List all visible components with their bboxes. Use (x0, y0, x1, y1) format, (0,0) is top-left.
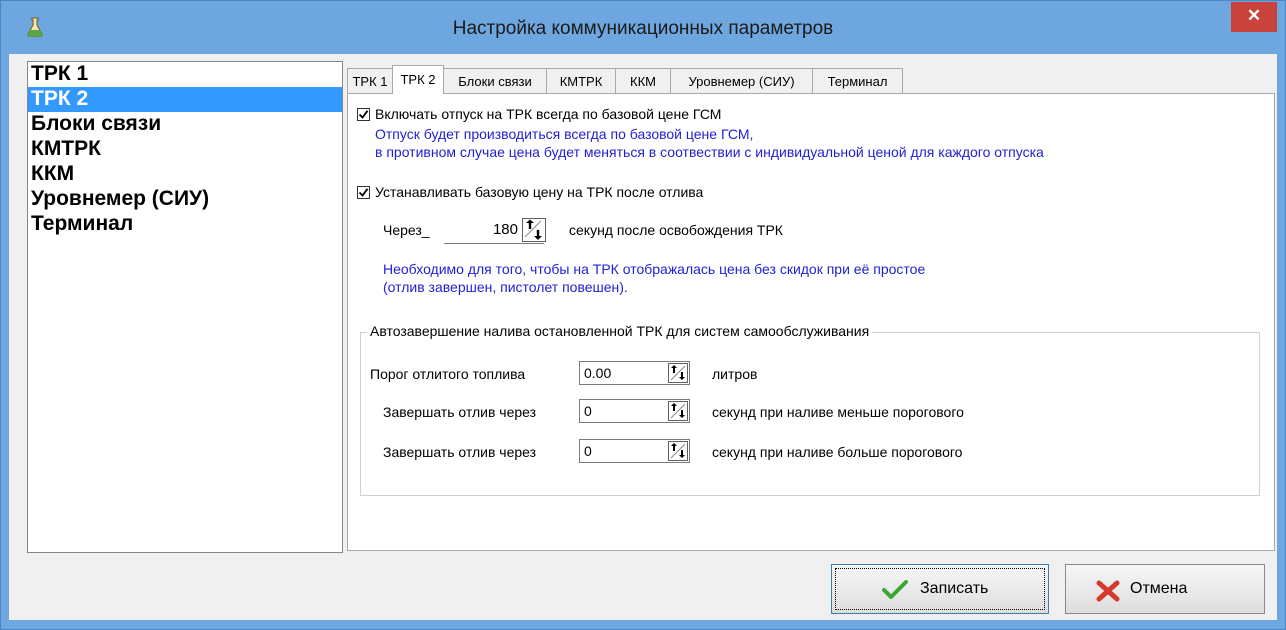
section-item-kmtrk[interactable]: КМТРК (28, 137, 342, 162)
above-threshold-label: Завершать отлив через (383, 444, 537, 460)
cancel-button-label: Отмена (1130, 580, 1188, 597)
below-threshold-label: Завершать отлив через (383, 404, 537, 420)
tab-trk1[interactable]: ТРК 1 (347, 68, 393, 93)
set-base-price-note-line1: Необходимо для того, чтобы на ТРК отобра… (383, 261, 926, 277)
section-item-trk1[interactable]: ТРК 1 (28, 62, 342, 87)
tab-panel-trk2: Включать отпуск на ТРК всегда по базовой… (347, 93, 1275, 551)
dialog-window: Настройка коммуникационных параметров ✕ … (0, 0, 1286, 630)
delay-prefix-label: Через_ (383, 222, 430, 238)
tab-terminal[interactable]: Терминал (812, 68, 903, 93)
above-threshold-suffix: секунд при наливе больше порогового (712, 444, 963, 460)
section-item-kkm[interactable]: ККМ (28, 162, 342, 187)
threshold-unit-label: литров (712, 366, 758, 382)
checkmark-icon (882, 580, 908, 605)
save-button[interactable]: Записать (831, 564, 1049, 614)
base-price-note-line1: Отпуск будет производиться всегда по баз… (375, 126, 754, 142)
spin-arrows-icon[interactable] (668, 401, 688, 421)
spin-arrows-icon[interactable] (522, 218, 546, 242)
tab-strip: ТРК 1 ТРК 2 Блоки связи КМТРК ККМ Уровне… (347, 65, 987, 94)
checkmark-icon (358, 110, 369, 119)
autocomplete-groupbox: Автозавершение налива остановленной ТРК … (360, 323, 1260, 496)
section-item-comm-blocks[interactable]: Блоки связи (28, 112, 342, 137)
base-price-note-line2: в противном случае цена будет меняться в… (375, 144, 1044, 160)
dialog-client-area: ТРК 1 ТРК 2 Блоки связи КМТРК ККМ Уровне… (9, 54, 1277, 620)
close-button[interactable]: ✕ (1231, 2, 1277, 32)
tab-kmtrk[interactable]: КМТРК (546, 68, 616, 93)
set-base-price-note-line2: (отлив завершен, пистолет повешен). (383, 279, 628, 295)
autocomplete-group-legend: Автозавершение налива остановленной ТРК … (367, 323, 873, 339)
tab-kkm[interactable]: ККМ (615, 68, 671, 93)
checkmark-icon (358, 188, 369, 197)
threshold-label: Порог отлитого топлива (370, 366, 526, 382)
below-threshold-suffix: секунд при наливе меньше порогового (712, 404, 964, 420)
spin-arrows-icon[interactable] (668, 441, 688, 461)
section-item-trk2[interactable]: ТРК 2 (28, 87, 342, 112)
cancel-button[interactable]: Отмена (1065, 564, 1265, 614)
delay-suffix-label: секунд после освобождения ТРК (569, 222, 783, 238)
base-price-always-label[interactable]: Включать отпуск на ТРК всегда по базовой… (375, 106, 721, 122)
title-bar[interactable]: Настройка коммуникационных параметров ✕ (1, 1, 1285, 53)
spin-arrows-icon[interactable] (668, 363, 688, 383)
tab-level-gauge[interactable]: Уровнемер (СИУ) (670, 68, 813, 93)
section-list[interactable]: ТРК 1 ТРК 2 Блоки связи КМТРК ККМ Уровне… (27, 61, 343, 553)
tab-trk2[interactable]: ТРК 2 (392, 65, 444, 94)
base-price-always-checkbox[interactable] (357, 108, 370, 121)
section-item-level-gauge[interactable]: Уровнемер (СИУ) (28, 187, 342, 212)
section-item-terminal[interactable]: Терминал (28, 212, 342, 237)
set-base-price-label[interactable]: Устанавливать базовую цену на ТРК после … (375, 184, 703, 200)
save-button-label: Записать (920, 580, 989, 597)
tab-comm-blocks[interactable]: Блоки связи (443, 68, 547, 93)
window-title: Настройка коммуникационных параметров (452, 18, 834, 39)
set-base-price-checkbox[interactable] (357, 186, 370, 199)
x-icon (1096, 580, 1120, 607)
